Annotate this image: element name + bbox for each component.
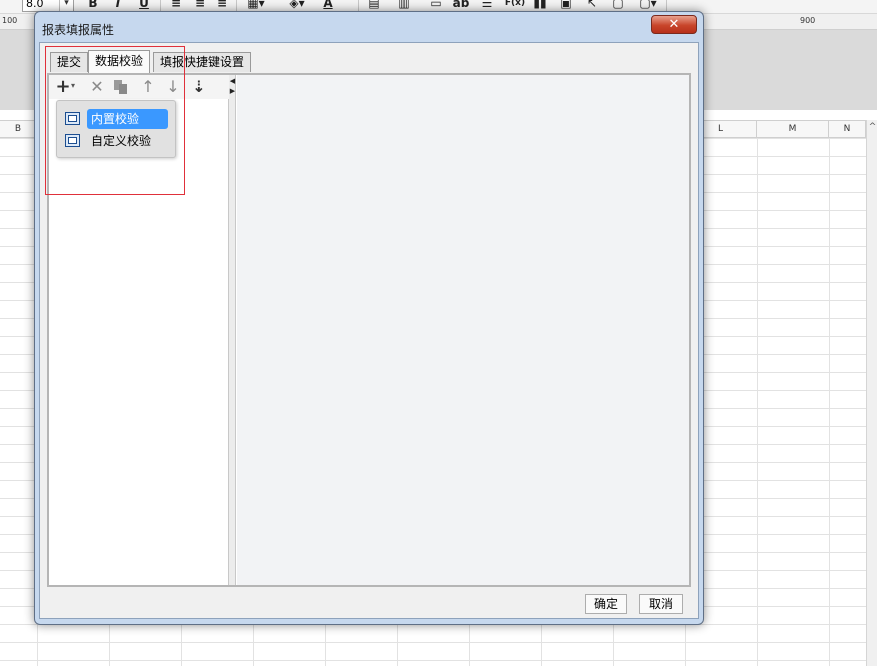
font-color-button[interactable]: A [322,0,334,10]
italic-button[interactable]: I [112,0,124,10]
menu-item-custom-validation[interactable]: 自定义校验 [65,131,169,151]
ok-button[interactable]: 确定 [585,594,627,614]
menu-item-builtin-validation[interactable]: 内置校验 [65,109,169,129]
column-header-n[interactable]: N [829,121,866,138]
image-icon[interactable]: ▣ [558,0,574,10]
bold-button[interactable]: B [86,0,100,10]
chevron-down-icon[interactable]: ▾ [71,81,75,90]
underline-button[interactable]: U [138,0,150,10]
validation-toolbar: + ▾ ✕ ↑ ↓ ⇣ [49,75,229,99]
move-down-icon[interactable]: ↓ [163,77,183,97]
pane-splitter[interactable]: ◀ ▶ [229,75,236,585]
collapse-right-icon[interactable]: ▶ [229,87,236,95]
report-fill-properties-dialog: 报表填报属性 ✕ 提交 数据校验 填报快捷键设置 + ▾ ✕ ↑ ↓ ⇣ 内置校… [34,11,704,625]
close-button[interactable]: ✕ [651,15,697,34]
ruler-label: 100 [2,16,18,25]
merge-cells-icon[interactable]: ▤ [366,0,382,10]
collapse-left-icon[interactable]: ◀ [229,77,236,85]
text-cell-icon[interactable]: ▭ [428,0,444,10]
validation-list-pane[interactable]: + ▾ ✕ ↑ ↓ ⇣ 内置校验 自定义校验 [49,75,229,585]
formula-button[interactable]: F(x) [504,0,526,10]
window-icon [65,112,80,125]
dialog-title: 报表填报属性 [42,23,115,37]
insert-icon[interactable]: ▢▾ [636,0,660,10]
tab-panel-data-validation: + ▾ ✕ ↑ ↓ ⇣ 内置校验 自定义校验 ◀ ▶ [47,73,691,587]
border-icon[interactable]: ▦▾ [244,0,268,10]
ruler-label: 900 [800,16,816,25]
line-icon[interactable]: ↖ [584,0,600,10]
fill-color-icon[interactable]: ◈▾ [284,0,310,10]
move-up-icon[interactable]: ↑ [138,77,158,97]
chevron-up-icon[interactable]: ^ [867,122,877,132]
add-validation-menu: 内置校验 自定义校验 [56,100,176,158]
add-icon[interactable]: + [53,77,73,97]
column-header-b[interactable]: B [0,121,37,138]
copy-icon[interactable] [111,77,131,97]
align-left-icon[interactable]: ≡ [168,0,184,10]
text-ab-button[interactable]: ab [452,0,470,10]
align-center-icon[interactable]: ≡ [192,0,208,10]
split-cells-icon[interactable]: ▥ [396,0,412,10]
chart-icon[interactable]: ▮▮ [532,0,548,10]
sort-icon[interactable]: ⇣ [189,77,209,97]
window-icon [65,134,80,147]
menu-item-label: 自定义校验 [91,134,152,148]
widget-icon[interactable]: ▢ [610,0,626,10]
menu-item-label: 内置校验 [87,109,168,129]
font-size-value: 8.0 [26,0,44,10]
delete-icon[interactable]: ✕ [87,77,107,97]
column-header-m[interactable]: M [757,121,829,138]
vertical-scrollbar[interactable]: ^ [866,120,877,666]
paragraph-icon[interactable]: ☰ [478,0,496,10]
validation-detail-pane [237,75,689,585]
tab-fill-shortcut-settings[interactable]: 填报快捷键设置 [153,52,252,72]
tab-submit[interactable]: 提交 [50,52,89,72]
tab-data-validation[interactable]: 数据校验 [88,50,151,73]
cancel-button[interactable]: 取消 [639,594,683,614]
dialog-body: 提交 数据校验 填报快捷键设置 + ▾ ✕ ↑ ↓ ⇣ 内置校验 自定义校验 ◀… [39,42,699,619]
chevron-down-icon[interactable]: ▾ [59,0,73,11]
align-right-icon[interactable]: ≡ [214,0,230,10]
